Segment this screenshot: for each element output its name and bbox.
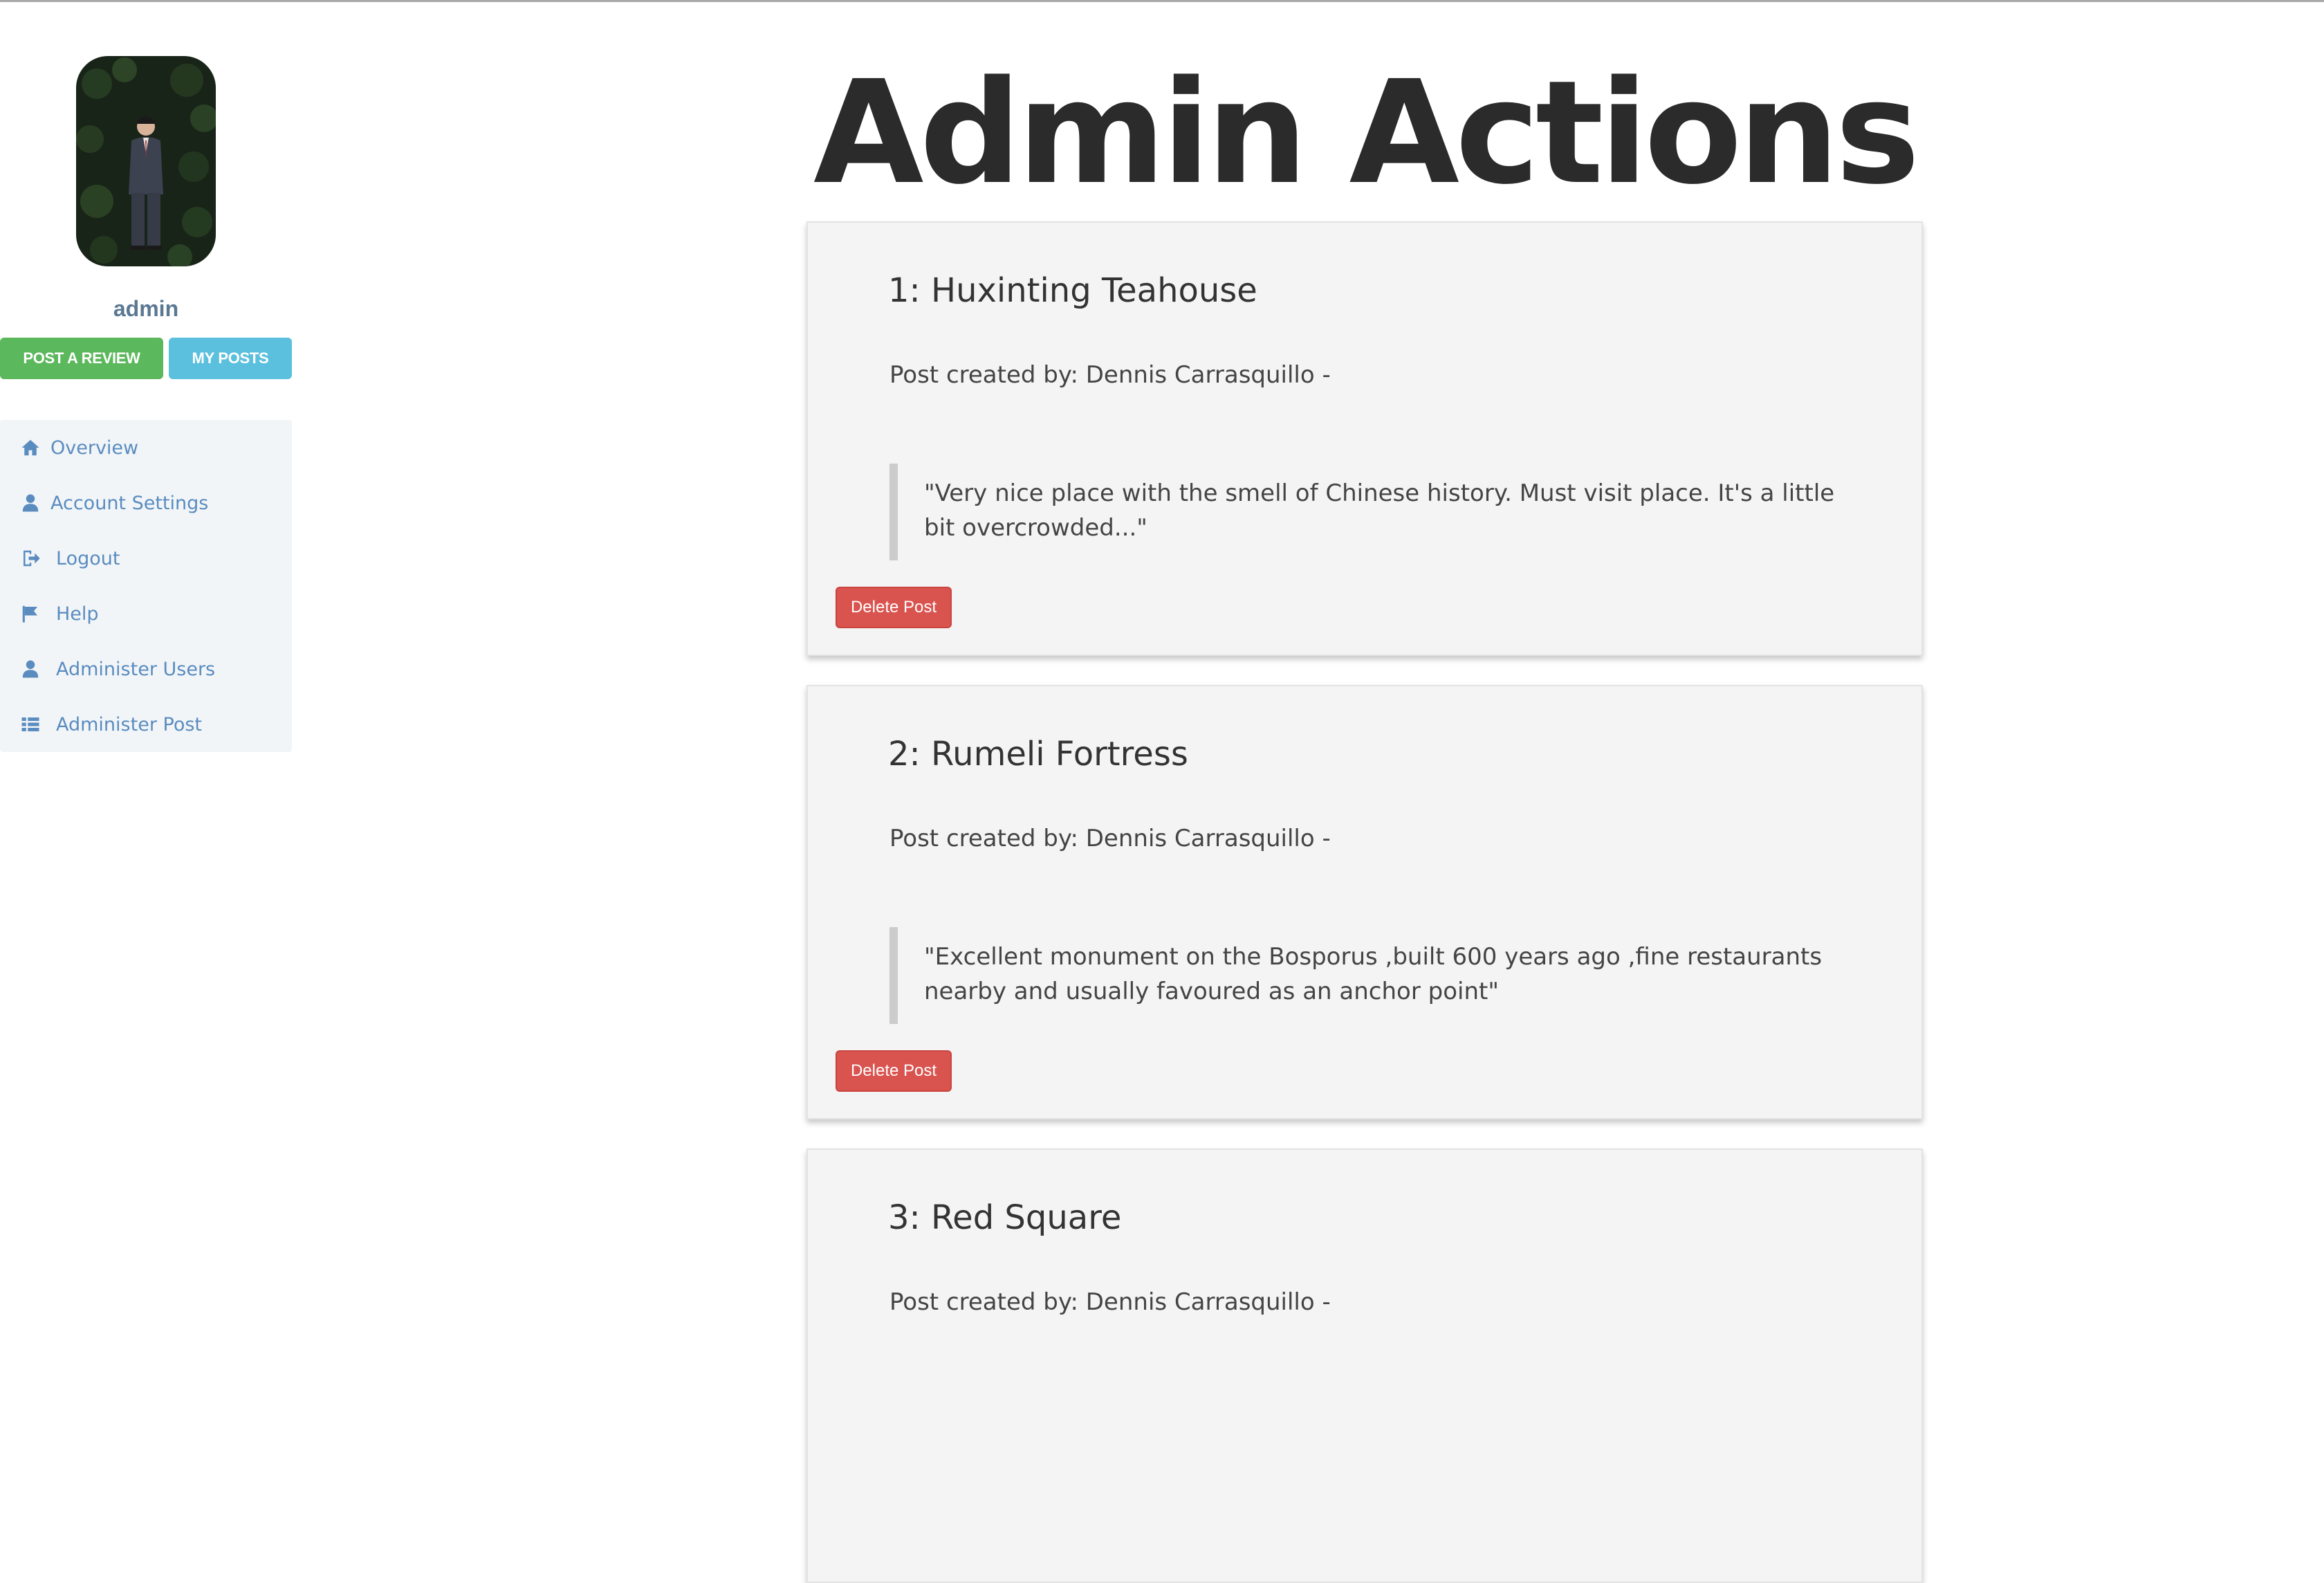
sidebar-item-label: Logout <box>56 547 120 569</box>
delete-post-button[interactable]: Delete Post <box>836 587 952 628</box>
post-quote: "Very nice place with the smell of Chine… <box>889 464 1844 560</box>
sidebar-item-overview[interactable]: Overview <box>0 420 292 475</box>
top-border <box>0 0 2324 2</box>
avatar-image <box>76 56 216 266</box>
post-quote: "Excellent monument on the Bosporus ,bui… <box>889 927 1844 1024</box>
username: admin <box>113 296 179 321</box>
post-review-button[interactable]: POST A REVIEW <box>0 338 163 379</box>
sidebar-item-administer-post[interactable]: Administer Post <box>0 697 292 752</box>
sidebar-item-account-settings[interactable]: Account Settings <box>0 475 292 531</box>
post-title: 2: Rumeli Fortress <box>888 735 1188 774</box>
delete-post-button[interactable]: Delete Post <box>836 1050 952 1092</box>
sidebar-item-logout[interactable]: Logout <box>0 531 292 586</box>
post-author: Post created by: Dennis Carrasquillo - <box>889 1288 1331 1316</box>
post-card: 2: Rumeli Fortress Post created by: Denn… <box>806 685 1923 1119</box>
page-title: Admin Actions <box>813 50 1920 216</box>
sidebar-item-label: Administer Post <box>56 713 202 735</box>
flag-icon <box>19 603 42 625</box>
list-icon <box>19 713 42 735</box>
post-title: 3: Red Square <box>888 1198 1122 1237</box>
post-author: Post created by: Dennis Carrasquillo - <box>889 825 1331 852</box>
my-posts-button[interactable]: MY POSTS <box>169 338 292 379</box>
user-icon <box>19 492 42 514</box>
sidebar-item-label: Administer Users <box>56 658 216 680</box>
user-icon <box>19 658 42 680</box>
home-icon <box>19 437 42 459</box>
post-card: 1: Huxinting Teahouse Post created by: D… <box>806 221 1923 656</box>
post-title: 1: Huxinting Teahouse <box>888 271 1257 310</box>
avatar <box>76 56 216 266</box>
sidebar-menu: Overview Account Settings Logout Help Ad… <box>0 420 292 752</box>
sidebar-item-help[interactable]: Help <box>0 586 292 641</box>
sidebar-item-administer-users[interactable]: Administer Users <box>0 641 292 697</box>
post-author: Post created by: Dennis Carrasquillo - <box>889 361 1331 389</box>
post-card: 3: Red Square Post created by: Dennis Ca… <box>806 1149 1923 1583</box>
sidebar-item-label: Overview <box>50 437 139 459</box>
sidebar-item-label: Help <box>56 603 99 625</box>
logout-icon <box>19 547 42 569</box>
sidebar-item-label: Account Settings <box>50 492 209 514</box>
